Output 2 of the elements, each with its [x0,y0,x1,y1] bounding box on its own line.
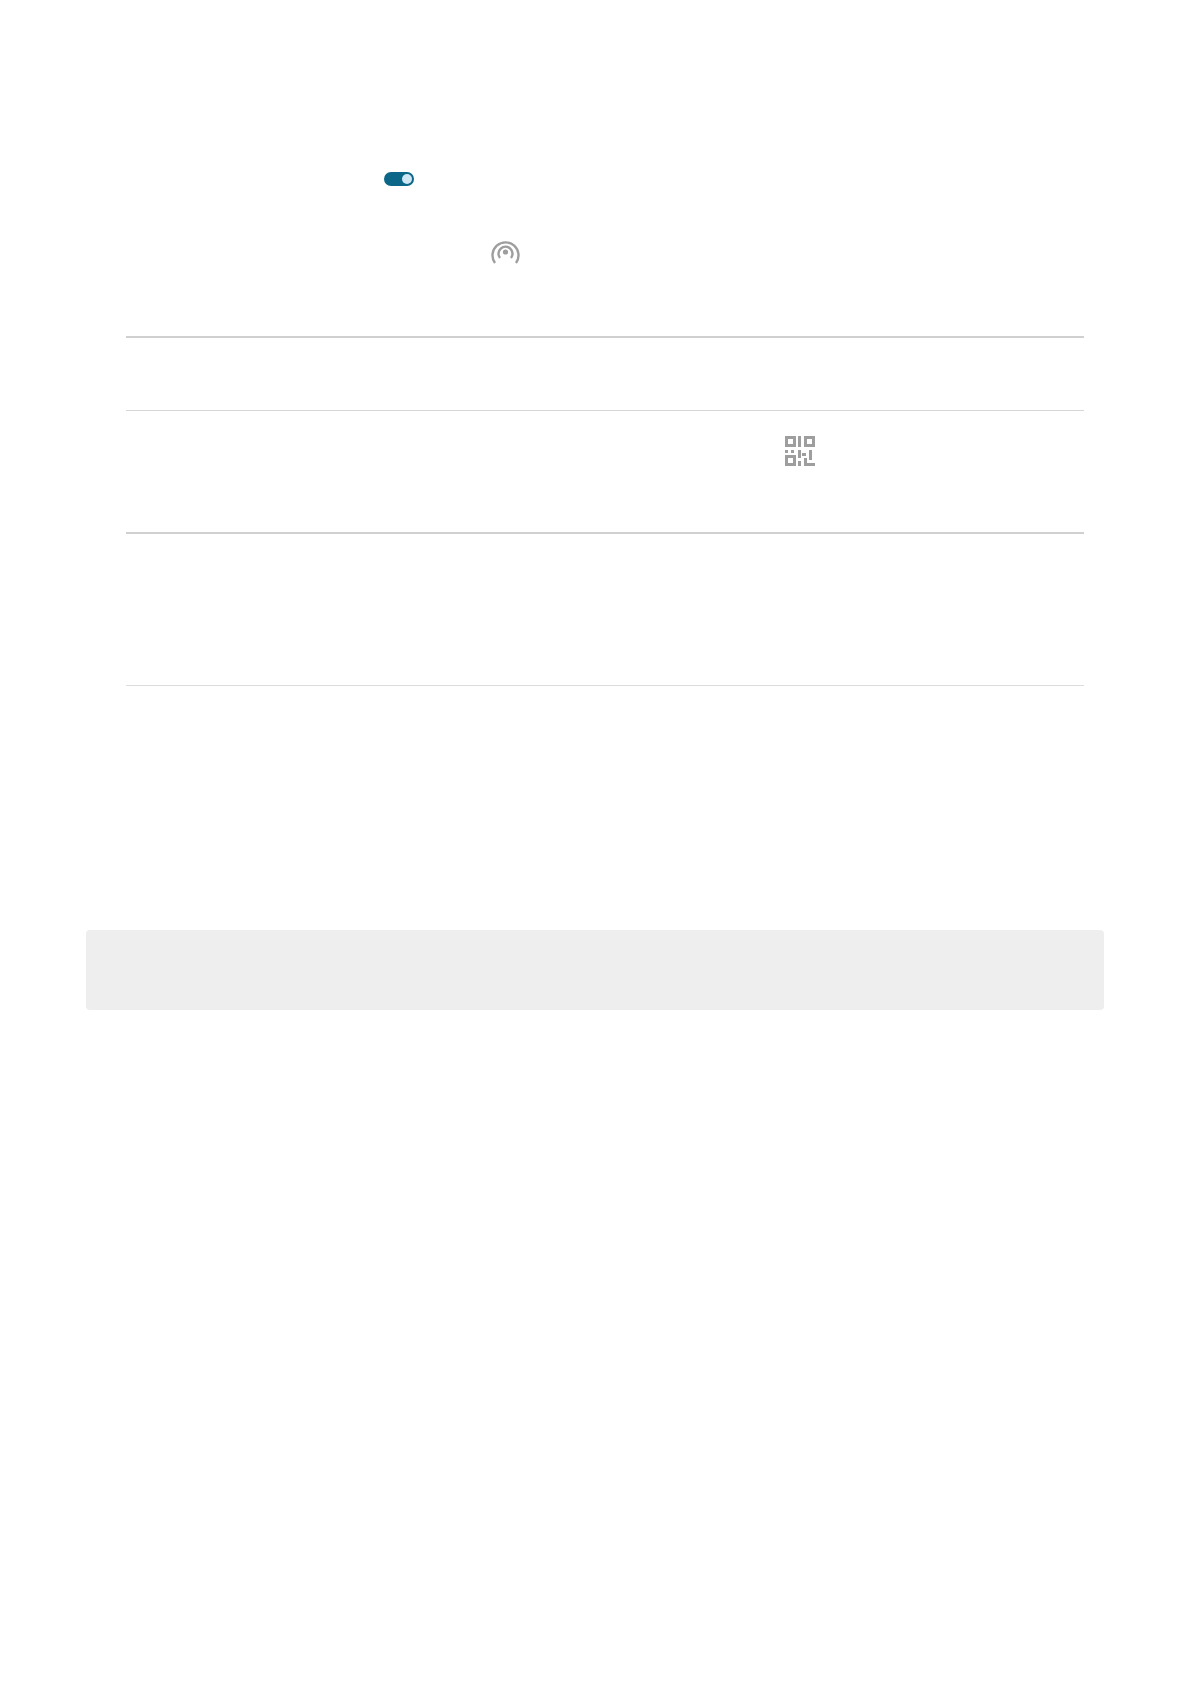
toggle-switch[interactable] [384,172,414,186]
qr-code-icon [785,436,815,466]
